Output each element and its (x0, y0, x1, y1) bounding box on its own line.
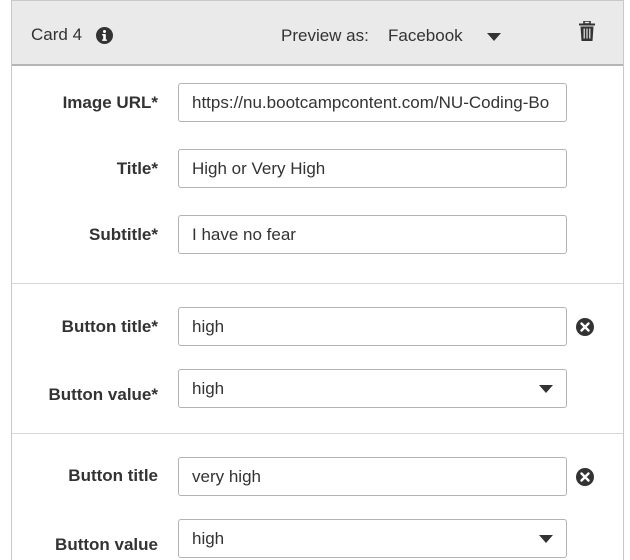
button-value-label: Button value (55, 535, 158, 554)
chevron-down-icon (539, 385, 553, 393)
image-url-label: Image URL* (62, 93, 158, 112)
card-title: Card 4 (31, 25, 83, 44)
button-title-label: Button title* (61, 317, 158, 336)
section-divider (12, 433, 623, 434)
button-value-label: Button value* (48, 385, 158, 404)
button-value-selected: high (192, 379, 225, 398)
preview-platform-select[interactable]: Facebook (388, 26, 463, 46)
button-value-selected: high (192, 529, 225, 548)
remove-circle-icon[interactable] (576, 468, 594, 486)
button-value-select[interactable]: high (178, 369, 567, 408)
preview-label: Preview as: (281, 26, 369, 45)
subtitle-input[interactable]: I have no fear (178, 215, 567, 254)
image-url-input[interactable]: https://nu.bootcampcontent.com/NU-Coding… (178, 83, 567, 122)
title-label: Title* (116, 159, 158, 178)
chevron-down-icon[interactable] (487, 33, 501, 41)
card-editor: Card 4 Preview as: Facebook Image URL* h… (11, 0, 624, 560)
info-icon[interactable] (96, 27, 113, 44)
section-divider (12, 283, 623, 284)
button-title-input[interactable]: high (178, 307, 567, 346)
subtitle-label: Subtitle* (89, 225, 158, 244)
title-input[interactable]: High or Very High (178, 149, 567, 188)
chevron-down-icon (539, 535, 553, 543)
button-title-input[interactable]: very high (178, 457, 567, 496)
card-header: Card 4 Preview as: Facebook (12, 1, 623, 66)
button-value-select[interactable]: high (178, 519, 567, 558)
button-title-label: Button title (68, 466, 158, 485)
trash-icon[interactable] (579, 21, 595, 41)
remove-circle-icon[interactable] (576, 318, 594, 336)
